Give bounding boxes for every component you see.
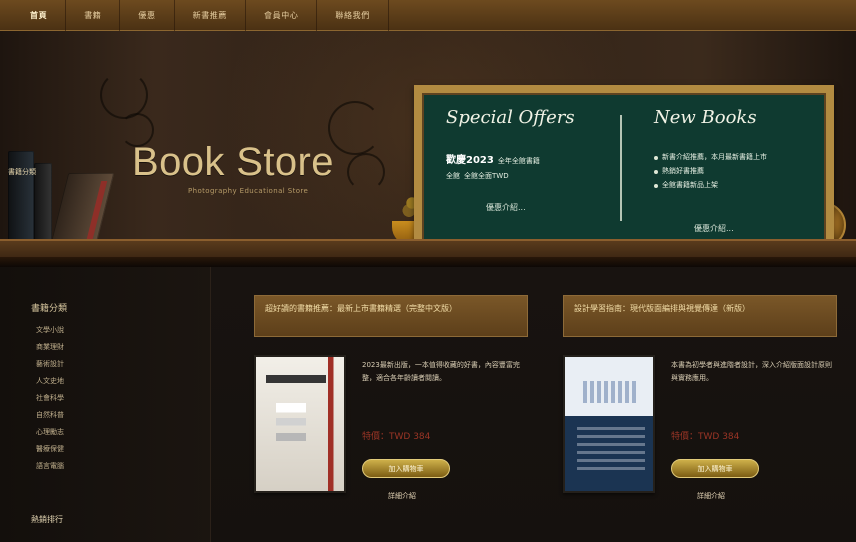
new-books-heading: New Books (654, 107, 757, 128)
store-title: Book Store (132, 140, 334, 184)
sidebar-title: 書籍分類 (31, 304, 68, 314)
nav-new-books[interactable]: 新書推薦 (175, 0, 247, 31)
decorative-swirl (328, 101, 382, 155)
product-price: 特價：TWD 384 (362, 432, 431, 442)
main-content: 超好讀的書籍推薦：最新上市書籍精選（完整中文版） 2023最新出版，一本值得收藏… (211, 267, 856, 542)
product-body: 本書為初學者與進階者設計，深入介紹版面設計原則與實務應用。 特價：TWD 384… (563, 355, 837, 525)
page: 首頁 書籍 優惠 新書推薦 會員中心 聯絡我們 書籍分類 Book Store … (0, 0, 856, 542)
promo-year: 歡慶2023 (446, 155, 494, 166)
promo-scope: 全館 (446, 172, 460, 180)
hero-category-label: 書籍分類 (8, 168, 36, 176)
sidebar-category-list: 文學小說 商業理財 藝術設計 人文史地 社會科學 自然科普 心理勵志 醫療保健 … (36, 325, 64, 478)
product-body: 2023最新出版，一本值得收藏的好書，內容豐富完整，適合各年齡讀者閱讀。 特價：… (254, 355, 528, 525)
hero-shelf-front (0, 257, 856, 267)
new-book-item-label: 新書介紹推薦，本月最新書籍上市 (662, 153, 767, 161)
special-offers-heading: Special Offers (446, 107, 575, 128)
nav-member-center[interactable]: 會員中心 (246, 0, 318, 31)
sidebar-bestsellers-title: 熱銷排行 (31, 515, 63, 524)
product-title[interactable]: 設計學習指南：現代版面編排與視覺傳達（新版） (563, 295, 837, 337)
product-title[interactable]: 超好讀的書籍推薦：最新上市書籍精選（完整中文版） (254, 295, 528, 337)
sidebar-item-science[interactable]: 自然科普 (36, 410, 64, 427)
decorative-swirl (347, 153, 385, 191)
details-link[interactable]: 詳細介紹 (388, 491, 416, 501)
sidebar-item-language-computer[interactable]: 語言電腦 (36, 461, 64, 478)
special-offer-line-2: 全館 全館全面TWD (446, 169, 596, 184)
nav-offers[interactable]: 優惠 (120, 0, 175, 31)
top-navigation: 首頁 書籍 優惠 新書推薦 會員中心 聯絡我們 (0, 0, 856, 31)
sidebar: 書籍分類 文學小說 商業理財 藝術設計 人文史地 社會科學 自然科普 心理勵志 … (0, 267, 211, 542)
product-description: 2023最新出版，一本值得收藏的好書，內容豐富完整，適合各年齡讀者閱讀。 (362, 361, 520, 382)
book-cover-image[interactable] (563, 355, 655, 493)
new-book-item: 全館書籍新品上架 (654, 179, 814, 192)
nav-contact[interactable]: 聯絡我們 (317, 0, 389, 31)
promo-description: 全年全館書籍 (497, 157, 540, 165)
bullet-icon (654, 156, 658, 160)
decorative-swirl (100, 71, 148, 119)
special-offer-line-1: 歡慶2023 全年全館書籍 (446, 153, 596, 169)
bullet-icon (654, 184, 658, 188)
special-offers-content: 歡慶2023 全年全館書籍 全館 全館全面TWD 優惠介紹... (446, 153, 596, 215)
book-cover-image[interactable] (254, 355, 346, 493)
new-book-item: 熱銷好書推薦 (654, 165, 814, 178)
bullet-icon (654, 170, 658, 174)
hero-banner: 書籍分類 Book Store Photography Educational … (0, 31, 856, 267)
product-card: 設計學習指南：現代版面編排與視覺傳達（新版） 本書為初學者與進階者設計，深入介紹… (563, 295, 837, 527)
nav-home[interactable]: 首頁 (12, 0, 67, 31)
chalkboard-promotions: Special Offers New Books 歡慶2023 全年全館書籍 全… (414, 85, 834, 249)
new-book-item-label: 全館書籍新品上架 (662, 181, 718, 189)
nav-books[interactable]: 書籍 (66, 0, 121, 31)
add-to-cart-button[interactable]: 加入購物車 (362, 459, 450, 478)
sidebar-item-business[interactable]: 商業理財 (36, 342, 64, 359)
sidebar-item-social-science[interactable]: 社會科學 (36, 393, 64, 410)
new-books-list: 新書介紹推薦，本月最新書籍上市 熱銷好書推薦 全館書籍新品上架 (654, 151, 814, 193)
product-card: 超好讀的書籍推薦：最新上市書籍精選（完整中文版） 2023最新出版，一本值得收藏… (254, 295, 528, 527)
sidebar-item-literature[interactable]: 文學小說 (36, 325, 64, 342)
special-offers-link[interactable]: 優惠介紹... (486, 200, 526, 215)
promo-detail: 全館全面TWD (464, 172, 509, 180)
add-to-cart-button[interactable]: 加入購物車 (671, 459, 759, 478)
sidebar-item-art-design[interactable]: 藝術設計 (36, 359, 64, 376)
sidebar-item-health[interactable]: 醫療保健 (36, 444, 64, 461)
product-price: 特價：TWD 384 (671, 432, 740, 442)
product-description: 本書為初學者與進階者設計，深入介紹版面設計原則與實務應用。 (671, 361, 832, 382)
details-link[interactable]: 詳細介紹 (697, 491, 725, 501)
new-book-item: 新書介紹推薦，本月最新書籍上市 (654, 151, 814, 164)
new-book-item-label: 熱銷好書推薦 (662, 167, 704, 175)
sidebar-item-history[interactable]: 人文史地 (36, 376, 64, 393)
board-divider (620, 115, 622, 221)
store-subtitle: Photography Educational Store (188, 187, 309, 195)
sidebar-item-self-help[interactable]: 心理勵志 (36, 427, 64, 444)
new-books-link[interactable]: 優惠介紹... (694, 223, 734, 234)
